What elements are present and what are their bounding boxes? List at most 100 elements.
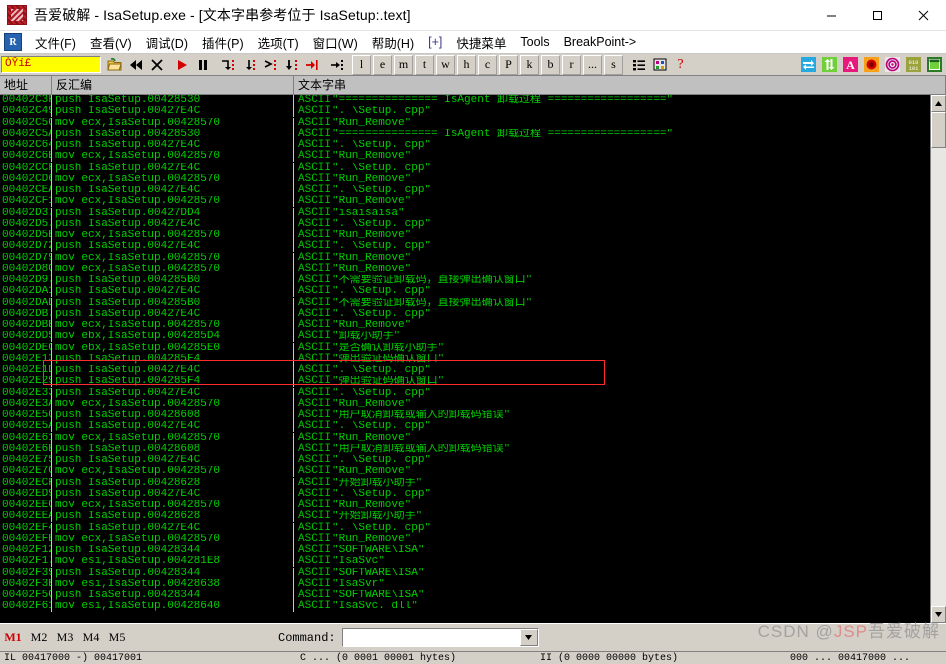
window-green-icon[interactable] (924, 54, 945, 75)
updown-arrows-icon[interactable] (819, 54, 840, 75)
scroll-up-button[interactable] (931, 95, 946, 112)
references-button[interactable]: r (562, 54, 581, 75)
table-row[interactable]: 00402DD5 mov ebx,IsaSetup.004285D4 ASCII "卸… (0, 331, 930, 343)
table-row[interactable]: 00402C6B mov ecx,IsaSetup.00428570 ASCII "R… (0, 151, 930, 163)
help-icon[interactable]: ? (670, 54, 691, 75)
table-row[interactable]: 00402F5C push IsaSetup.00428344 ASCII "SOFT… (0, 589, 930, 602)
memory-button-m4[interactable]: M4 (78, 630, 104, 645)
table-row[interactable]: 00402E5A push IsaSetup.00427E4C ASCII ". \S… (0, 421, 930, 433)
step-over-icon[interactable] (238, 54, 259, 75)
menu-options[interactable]: 选项(T) (251, 31, 306, 54)
table-row[interactable]: 00402D97 push IsaSetup.004285B0 ASCII "不需要验… (0, 274, 930, 287)
options-grid-icon[interactable] (649, 54, 670, 75)
menu-view[interactable]: 查看(V) (83, 31, 139, 54)
executables-button[interactable]: e (373, 54, 392, 75)
table-row[interactable]: 00402C64 push IsaSetup.00427E4C ASCII ". \S… (0, 139, 930, 152)
step-into-icon[interactable] (217, 54, 238, 75)
table-row[interactable]: 00402E7C mov ecx,IsaSetup.00428570 ASCII "R… (0, 466, 930, 478)
restart-icon[interactable] (125, 54, 146, 75)
table-row[interactable]: 00402CEA push IsaSetup.00427E4C ASCII ". \S… (0, 184, 930, 197)
table-row[interactable]: 00402ECF push IsaSetup.00428628 ASCII "开始卸载… (0, 477, 930, 489)
callstack-button[interactable]: k (520, 54, 539, 75)
table-row[interactable]: 00402DAD push IsaSetup.004285B0 ASCII "不需要验… (0, 297, 930, 309)
memory-button-m1[interactable]: M1 (0, 630, 26, 645)
table-row[interactable]: 00402D57 push IsaSetup.00427E4C ASCII ". \S… (0, 218, 930, 230)
table-row[interactable]: 00402D8C mov ecx,IsaSetup.00428570 ASCII "R… (0, 263, 930, 275)
memory-button-m3[interactable]: M3 (52, 630, 78, 645)
table-row[interactable]: 00402F3E mov esi,IsaSetup.00428638 ASCII "I… (0, 578, 930, 590)
table-row[interactable]: 00402C5A push IsaSetup.00428530 ASCII "====… (0, 128, 930, 140)
table-row[interactable]: 00402E61 mov ecx,IsaSetup.00428570 ASCII "R… (0, 432, 930, 444)
letter-a-icon[interactable]: A (840, 54, 861, 75)
table-row[interactable]: 00402EFB mov ecx,IsaSetup.00428570 ASCII "R… (0, 533, 930, 545)
run-trace-button[interactable]: ... (583, 54, 602, 75)
table-row[interactable]: 00402ED9 push IsaSetup.00427E4C ASCII ". \S… (0, 488, 930, 500)
string-references-list[interactable]: 00402C3F push IsaSetup.00428530 ASCII "====… (0, 95, 930, 623)
memory-button[interactable]: m (394, 54, 413, 75)
table-row[interactable]: 00402EEA push IsaSetup.00428628 ASCII "开始卸载… (0, 511, 930, 523)
table-row[interactable]: 00402F12 push IsaSetup.00428344 ASCII "SOFT… (0, 544, 930, 557)
table-row[interactable]: 00402EE0 mov ecx,IsaSetup.00428570 ASCII "R… (0, 499, 930, 512)
menu-help[interactable]: 帮助(H) (365, 31, 421, 54)
table-row[interactable]: 00402E3A mov ecx,IsaSetup.00428570 ASCII "R… (0, 398, 930, 410)
close-program-icon[interactable] (146, 54, 167, 75)
menu-file[interactable]: 文件(F) (28, 31, 83, 54)
trace-over-icon[interactable] (326, 54, 347, 75)
scrollbar-track[interactable] (931, 112, 946, 606)
scrollbar-thumb[interactable] (931, 112, 946, 148)
minimize-button[interactable] (808, 0, 854, 30)
binary-code-icon[interactable]: 010 101 (903, 54, 924, 75)
column-header-address[interactable]: 地址 (0, 76, 52, 94)
table-row[interactable]: 00402D79 mov ecx,IsaSetup.00428570 ASCII "R… (0, 252, 930, 264)
column-header-text-string[interactable]: 文本字串 (294, 76, 946, 94)
menu-tools[interactable]: Tools (513, 33, 556, 51)
menu-window[interactable]: 窗口(W) (306, 31, 365, 54)
table-row[interactable]: 00402F17 mov esi,IsaSetup.004281E8 ASCII "I… (0, 556, 930, 568)
windows-button[interactable]: w (436, 54, 455, 75)
table-row[interactable]: 00402DA1 push IsaSetup.00427E4C ASCII ". \S… (0, 286, 930, 298)
breakpoints-button[interactable]: b (541, 54, 560, 75)
menu-debug[interactable]: 调试(D) (139, 31, 195, 54)
table-row[interactable]: 00402E1D push IsaSetup.00427E4C ASCII ". \S… (0, 364, 930, 377)
magenta-spiral-icon[interactable] (882, 54, 903, 75)
pause-icon[interactable] (192, 54, 213, 75)
threads-button[interactable]: t (415, 54, 434, 75)
table-row[interactable]: 00402C49 push IsaSetup.00427E4C ASCII ". \S… (0, 106, 930, 118)
table-row[interactable]: 00402E50 push IsaSetup.00428608 ASCII "用户取消… (0, 409, 930, 422)
table-row[interactable]: 00402D5E mov ecx,IsaSetup.00428570 ASCII "R… (0, 229, 930, 242)
orange-target-icon[interactable] (861, 54, 882, 75)
column-header-disassembly[interactable]: 反汇编 (52, 76, 294, 94)
table-row[interactable]: 00402DB7 push IsaSetup.00427E4C ASCII ". \S… (0, 308, 930, 320)
execute-to-cursor-icon[interactable] (301, 54, 322, 75)
table-row[interactable]: 00402C50 mov ecx,IsaSetup.00428570 ASCII "R… (0, 117, 930, 129)
vertical-scrollbar[interactable] (930, 95, 946, 623)
table-row[interactable]: 00402DBE mov ecx,IsaSetup.00428570 ASCII "R… (0, 319, 930, 332)
table-row[interactable]: 00402F61 mov esi,IsaSetup.00428640 ASCII "I… (0, 601, 930, 613)
menu-plus[interactable]: [+] (421, 33, 449, 51)
animate-step-icon[interactable] (280, 54, 301, 75)
execute-till-return-icon[interactable] (259, 54, 280, 75)
table-row[interactable]: 00402F39 push IsaSetup.00428344 ASCII "SOFT… (0, 567, 930, 579)
table-row[interactable]: 00402D72 push IsaSetup.00427E4C ASCII ". \S… (0, 241, 930, 253)
cpu-button[interactable]: c (478, 54, 497, 75)
table-row[interactable]: 00402E6B push IsaSetup.00428608 ASCII "用户取消… (0, 443, 930, 455)
memory-button-m5[interactable]: M5 (104, 630, 130, 645)
menu-plugins[interactable]: 插件(P) (195, 31, 251, 54)
handles-button[interactable]: h (457, 54, 476, 75)
menu-breakpoint[interactable]: BreakPoint-> (557, 33, 644, 51)
source-button[interactable]: s (604, 54, 623, 75)
menu-shortcut[interactable]: 快捷菜单 (449, 31, 513, 54)
table-row[interactable]: 00402E29 push IsaSetup.004285F4 ASCII "弹出验证… (0, 376, 930, 388)
open-folder-icon[interactable] (104, 54, 125, 75)
table-row[interactable]: 00402CF1 mov ecx,IsaSetup.00428570 ASCII "R… (0, 196, 930, 208)
table-row[interactable]: 00402E13 push IsaSetup.004285F4 ASCII "弹出验证… (0, 353, 930, 365)
run-icon[interactable] (171, 54, 192, 75)
table-row[interactable]: 00402CD6 mov ecx,IsaSetup.00428570 ASCII "R… (0, 173, 930, 185)
table-row[interactable]: 00402C3F push IsaSetup.00428530 ASCII "====… (0, 95, 930, 107)
table-row[interactable]: 00402EF4 push IsaSetup.00427E4C ASCII ". \S… (0, 522, 930, 534)
log-window-button[interactable]: l (352, 54, 371, 75)
sync-arrows-icon[interactable] (798, 54, 819, 75)
memory-button-m2[interactable]: M2 (26, 630, 52, 645)
table-row[interactable]: 00402DEC mov ebx,IsaSetup.004285E0 ASCII "是… (0, 342, 930, 354)
mdi-app-icon[interactable]: R (4, 33, 22, 51)
